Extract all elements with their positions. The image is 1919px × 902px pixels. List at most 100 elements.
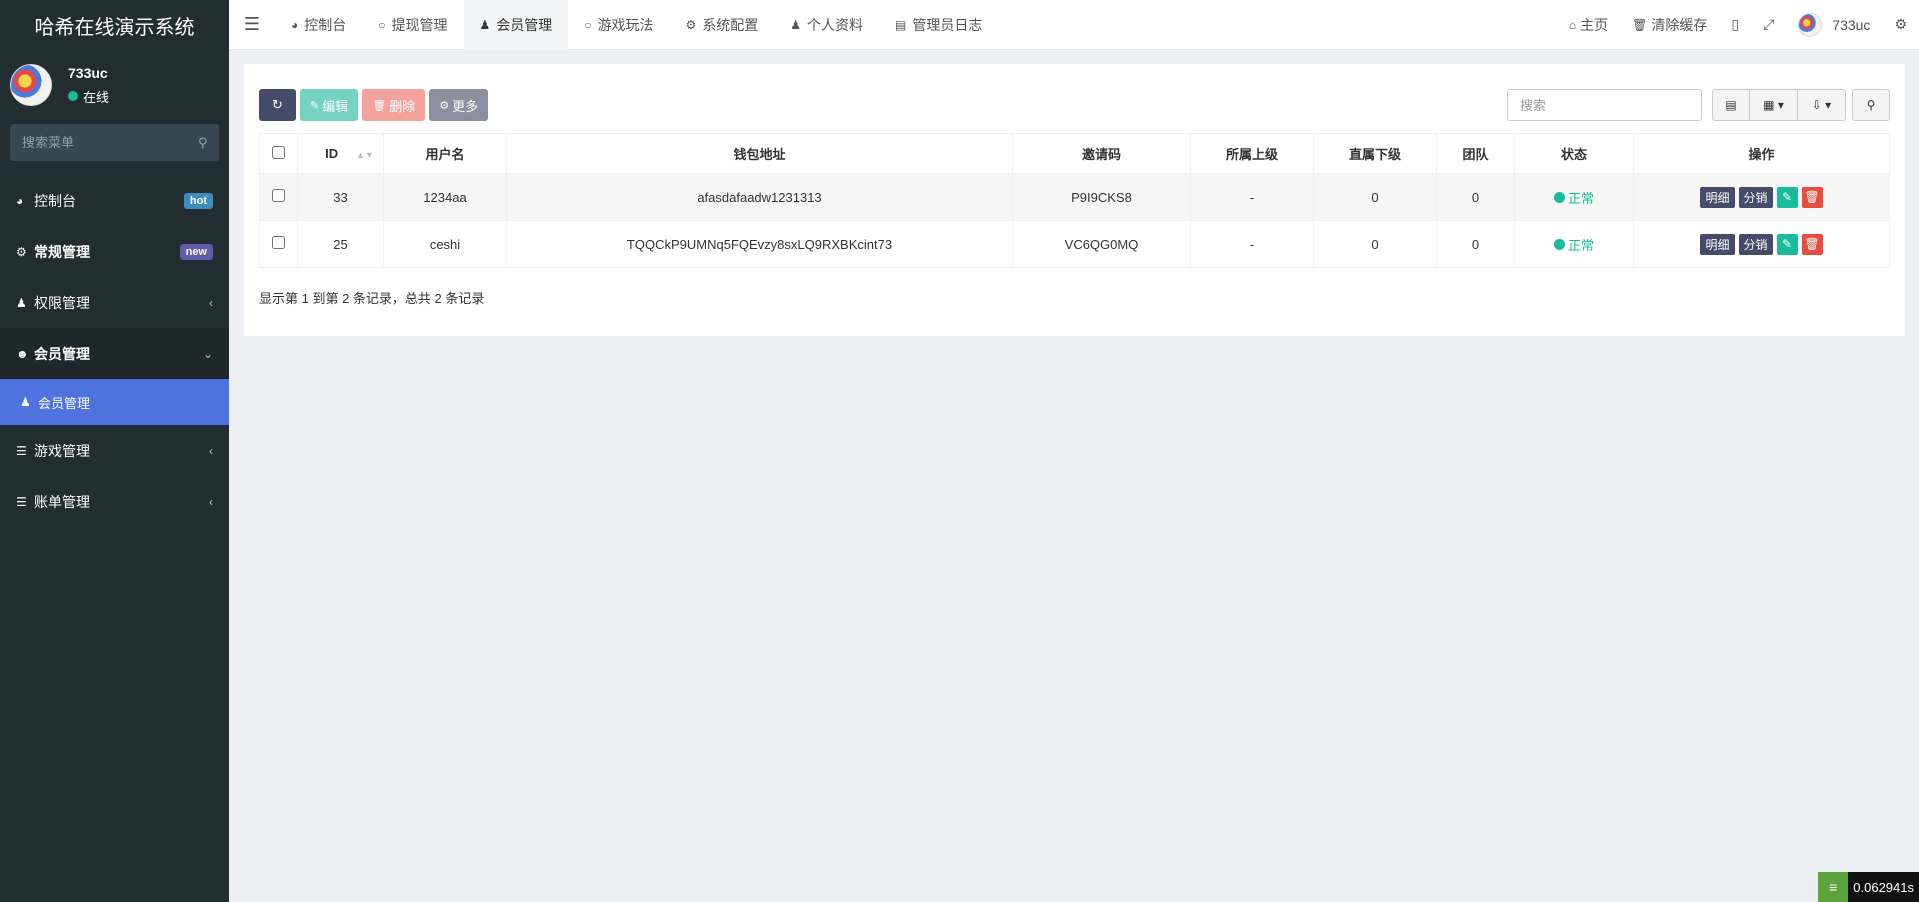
detail-button[interactable]: 明细 xyxy=(1700,233,1735,255)
chevron-left-icon: ‹ xyxy=(209,443,213,458)
user-icon: ♟ xyxy=(790,17,802,32)
delete-button[interactable]: 🗑 删除 xyxy=(362,89,426,121)
row-edit-button[interactable]: ✎ xyxy=(1776,233,1798,255)
columns-button[interactable]: ▦ ▾ xyxy=(1750,89,1798,121)
timer-text: 0.062941s xyxy=(1848,872,1919,902)
distribution-button[interactable]: 分销 xyxy=(1738,233,1773,255)
sidebar-item-label: 控制台 xyxy=(34,192,76,209)
row-actions: 明细 分销 ✎ 🗑 xyxy=(1700,233,1823,255)
sidebar-item-permission[interactable]: ♟ 权限管理 ‹ xyxy=(0,277,229,328)
search-icon[interactable]: ⚲ xyxy=(198,135,208,151)
clear-cache-label: 清除缓存 xyxy=(1651,16,1708,33)
sidebar-search-input[interactable] xyxy=(22,135,198,150)
select-all-checkbox[interactable] xyxy=(272,145,285,159)
row-delete-button[interactable]: 🗑 xyxy=(1801,186,1823,208)
distribution-button[interactable]: 分销 xyxy=(1738,186,1773,208)
grid-icon: ▦ ▾ xyxy=(1763,98,1784,112)
tab-profile[interactable]: ♟ 个人资料 xyxy=(774,0,879,50)
home-label: 主页 xyxy=(1580,16,1609,33)
edit-label: 编辑 xyxy=(322,98,349,114)
topbar-right: ⌂ 主页 🗑 清除缓存 ▯ ⤢ 733uc ⚙ xyxy=(1557,0,1919,50)
members-table: ID ▲▼ 用户名 钱包地址 邀请码 所属上级 直属下级 团队 状态 操作 33 … xyxy=(259,133,1890,268)
status-dot-icon xyxy=(1553,238,1565,250)
tab-dashboard[interactable]: ◕ 控制台 xyxy=(275,0,362,50)
tab-label: 游戏玩法 xyxy=(597,16,654,33)
row-delete-button[interactable]: 🗑 xyxy=(1801,233,1823,255)
chevron-left-icon: ‹ xyxy=(209,295,213,310)
tab-config[interactable]: ⚙ 系统配置 xyxy=(670,0,775,50)
fullscreen-icon[interactable]: ⤢ xyxy=(1751,0,1786,50)
clear-cache-button[interactable]: 🗑 清除缓存 xyxy=(1620,0,1719,50)
list-alt-icon: ▤ xyxy=(895,17,907,32)
tab-admin-log[interactable]: ▤ 管理员日志 xyxy=(879,0,998,50)
cell-wallet: afasdafaadw1231313 xyxy=(506,173,1013,221)
col-id-label: ID xyxy=(325,146,339,161)
circle-icon: ○ xyxy=(378,17,386,32)
gear-icon: ⚙ xyxy=(439,99,450,112)
table-row[interactable]: 25 ceshi TQQCkP9UMNq5FQEvzy8sxLQ9RXBKcin… xyxy=(259,220,1890,268)
hot-badge: hot xyxy=(183,192,213,209)
edit-button[interactable]: ✎ 编辑 xyxy=(300,89,359,121)
chevron-down-icon: ⌄ xyxy=(202,346,213,361)
online-dot-icon xyxy=(68,91,78,101)
tab-label: 个人资料 xyxy=(807,16,864,33)
sidebar-item-members-sub[interactable]: ♟ 会员管理 xyxy=(0,379,229,425)
trash-icon: 🗑 xyxy=(372,99,387,112)
user-icon: ♟ xyxy=(479,17,491,32)
sidebar-item-dashboard[interactable]: ◕ 控制台 hot xyxy=(0,175,229,226)
cell-direct: 0 xyxy=(1313,220,1437,268)
cell-actions: 明细 分销 ✎ 🗑 xyxy=(1633,173,1890,221)
language-icon[interactable]: ▯ xyxy=(1719,0,1751,50)
user-panel: 733uc 在线 xyxy=(0,50,229,120)
row-checkbox[interactable] xyxy=(272,189,285,202)
tab-gameplay[interactable]: ○ 游戏玩法 xyxy=(568,0,669,50)
pencil-icon: ✎ xyxy=(1781,237,1793,251)
user-status-text: 在线 xyxy=(83,89,110,105)
sidebar-item-games[interactable]: ☰ 游戏管理 ‹ xyxy=(0,425,229,476)
search-button[interactable]: ⚲ xyxy=(1852,89,1890,121)
status-text: 正常 xyxy=(1567,190,1594,206)
col-status: 状态 xyxy=(1514,133,1634,174)
table-tools: ▤ ▦ ▾ ⇩ ▾ ⚲ xyxy=(1507,89,1890,121)
status-text: 正常 xyxy=(1567,237,1594,253)
cell-id: 25 xyxy=(297,220,384,268)
content-panel: ↻ ✎ 编辑 🗑 删除 ⚙ 更多 ▤ ▦ ▾ ⇩ ▾ ⚲ ID ▲▼ 用户名 钱包… xyxy=(244,64,1905,336)
trash-icon: 🗑 xyxy=(1804,237,1820,251)
export-button[interactable]: ⇩ ▾ xyxy=(1798,89,1846,121)
home-link[interactable]: ⌂ 主页 xyxy=(1557,0,1620,50)
tab-members[interactable]: ♟ 会员管理 xyxy=(463,0,569,50)
col-direct: 直属下级 xyxy=(1313,133,1437,174)
status-badge: 正常 xyxy=(1553,188,1594,207)
toggle-view-button[interactable]: ▤ xyxy=(1712,89,1750,121)
table-row[interactable]: 33 1234aa afasdafaadw1231313 P9I9CKS8 - … xyxy=(259,173,1890,221)
sidebar-item-label: 权限管理 xyxy=(34,294,90,311)
settings-gear-icon[interactable]: ⚙ xyxy=(1882,0,1919,50)
dashboard-icon: ◕ xyxy=(16,193,24,208)
user-circle-icon: ☻ xyxy=(16,346,29,361)
sidebar-item-bills[interactable]: ☰ 账单管理 ‹ xyxy=(0,476,229,527)
row-select-cell xyxy=(259,173,298,221)
more-button[interactable]: ⚙ 更多 xyxy=(429,89,489,121)
table-toolbar: ↻ ✎ 编辑 🗑 删除 ⚙ 更多 xyxy=(259,89,489,121)
row-actions: 明细 分销 ✎ 🗑 xyxy=(1700,186,1823,208)
trace-logo-icon[interactable]: ≡ xyxy=(1818,872,1849,902)
table-search-input[interactable] xyxy=(1507,89,1702,121)
row-checkbox[interactable] xyxy=(272,236,285,249)
sidebar-item-members[interactable]: ☻ 会员管理 ⌄ xyxy=(0,328,229,379)
status-dot-icon xyxy=(1553,191,1565,203)
sidebar-item-general[interactable]: ⚙ 常规管理 new xyxy=(0,226,229,277)
detail-button[interactable]: 明细 xyxy=(1700,186,1735,208)
user-menu[interactable]: 733uc xyxy=(1786,0,1882,50)
row-edit-button[interactable]: ✎ xyxy=(1776,186,1798,208)
tab-withdraw[interactable]: ○ 提现管理 xyxy=(362,0,463,50)
app-logo[interactable]: 哈希在线演示系统 xyxy=(0,0,229,50)
menu-toggle-icon[interactable]: ☰ xyxy=(229,0,275,50)
user-info: 733uc 在线 xyxy=(68,65,109,106)
sidebar: 哈希在线演示系统 733uc 在线 ⚲ ◕ 控制台 hot ⚙ 常规管理 new… xyxy=(0,0,229,902)
avatar xyxy=(1798,12,1823,37)
cogs-icon: ⚙ xyxy=(16,244,27,259)
tab-label: 系统配置 xyxy=(702,16,759,33)
refresh-button[interactable]: ↻ xyxy=(259,89,296,121)
col-id[interactable]: ID ▲▼ xyxy=(297,133,384,174)
home-icon: ⌂ xyxy=(1568,17,1577,32)
